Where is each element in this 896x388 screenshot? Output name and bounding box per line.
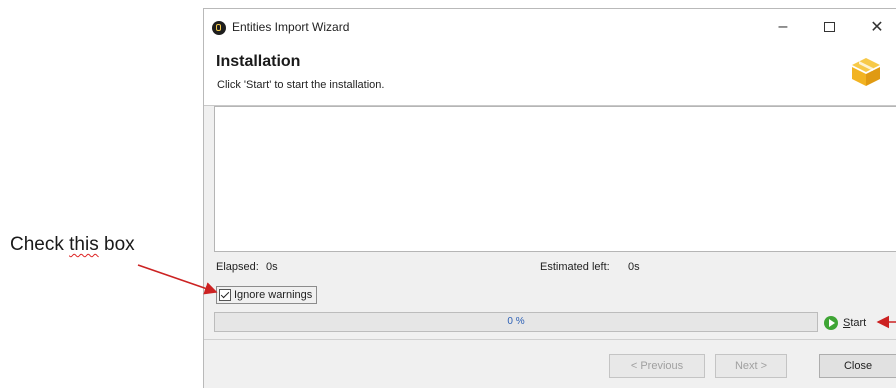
next-button[interactable]: Next > <box>715 354 787 378</box>
close-icon: ✕ <box>870 19 884 36</box>
minimize-icon: – <box>778 18 788 35</box>
package-box-icon <box>852 58 880 86</box>
maximize-icon <box>823 22 835 32</box>
estimated-left-label: Estimated left: <box>540 261 610 273</box>
maximize-button[interactable] <box>806 9 852 45</box>
title-bar: Entities Import Wizard – ✕ <box>204 9 896 45</box>
installation-log[interactable] <box>214 106 896 252</box>
ignore-warnings-checkbox[interactable]: Ignore warnings <box>216 286 318 304</box>
page-subtitle: Click 'Start' to start the installation. <box>217 79 385 91</box>
close-window-button[interactable]: ✕ <box>854 9 896 45</box>
wizard-footer: < Previous Next > Close <box>204 339 896 388</box>
close-button[interactable]: Close <box>819 354 896 378</box>
window-title: Entities Import Wizard <box>232 20 350 34</box>
annotation-label: Check this box <box>10 234 135 255</box>
checkbox-checked-icon[interactable] <box>219 289 231 301</box>
progress-bar: 0 % <box>214 312 818 332</box>
page-title: Installation <box>216 53 301 70</box>
progress-text: 0 % <box>507 316 525 327</box>
start-button[interactable]: Start <box>824 313 866 333</box>
start-label: Start <box>843 317 867 329</box>
play-icon <box>824 316 838 330</box>
ignore-warnings-label: Ignore warnings <box>234 289 313 301</box>
app-logo-icon <box>212 21 226 35</box>
minimize-button[interactable]: – <box>760 9 806 45</box>
import-wizard-window: Entities Import Wizard – ✕ Installation … <box>203 8 896 388</box>
previous-button[interactable]: < Previous <box>609 354 705 378</box>
estimated-left-value: 0s <box>628 261 640 273</box>
elapsed-label: Elapsed: <box>216 261 259 273</box>
elapsed-value: 0s <box>266 261 278 273</box>
wizard-header: Installation Click 'Start' to start the … <box>204 45 896 106</box>
